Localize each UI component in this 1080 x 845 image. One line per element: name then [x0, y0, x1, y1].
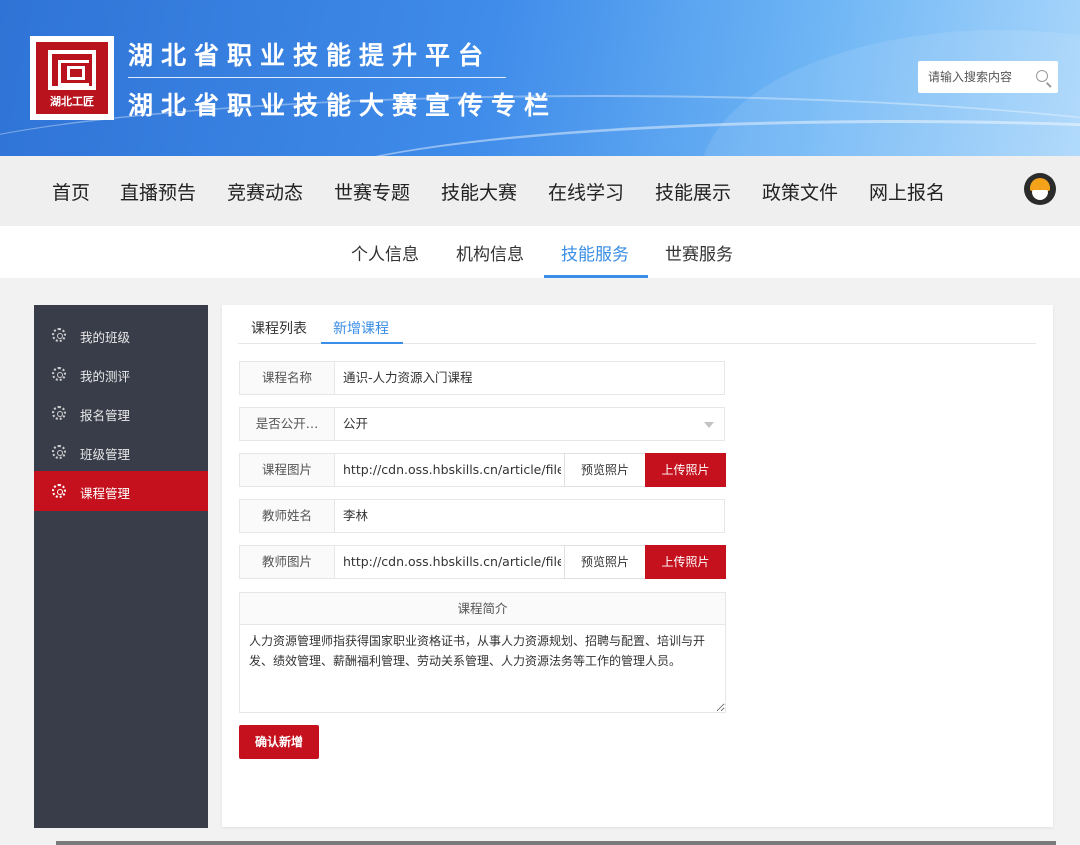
sub-nav: 个人信息 机构信息 技能服务 世赛服务	[0, 226, 1080, 278]
confirm-add-button[interactable]: 确认新增	[239, 725, 319, 759]
sidebar-item-label: 我的测评	[80, 369, 131, 384]
active-tab-indicator	[544, 275, 648, 278]
course-image-row: 课程图片 预览照片 上传照片	[239, 453, 726, 487]
logo-glyph-icon	[48, 50, 96, 90]
gear-icon	[52, 406, 66, 420]
search-icon[interactable]	[1036, 70, 1048, 82]
chevron-down-icon[interactable]	[704, 422, 714, 428]
avatar-face-icon	[1032, 190, 1048, 200]
tab-worldskills-service[interactable]: 世赛服务	[665, 240, 733, 265]
nav-item-learning[interactable]: 在线学习	[548, 178, 624, 205]
nav-item-register[interactable]: 网上报名	[869, 178, 945, 205]
nav-item-home[interactable]: 首页	[52, 178, 90, 205]
nav-item-news[interactable]: 竞赛动态	[227, 178, 303, 205]
search-box	[918, 61, 1058, 93]
logo-mark-icon: 湖北工匠	[36, 42, 108, 114]
sidebar-item-label: 报名管理	[80, 408, 131, 423]
preview-teacher-image-button[interactable]: 预览照片	[564, 545, 646, 579]
sidebar-item-label: 班级管理	[80, 447, 131, 462]
tab-org-info[interactable]: 机构信息	[456, 240, 524, 265]
upload-course-image-button[interactable]: 上传照片	[645, 453, 726, 487]
nav-item-live[interactable]: 直播预告	[120, 178, 196, 205]
preview-course-image-button[interactable]: 预览照片	[564, 453, 646, 487]
logo-text: 湖北工匠	[50, 95, 94, 108]
nav-item-policy[interactable]: 政策文件	[762, 178, 838, 205]
tab-personal-info[interactable]: 个人信息	[351, 240, 419, 265]
course-image-label: 课程图片	[240, 454, 335, 486]
gear-icon	[52, 328, 66, 342]
gear-icon	[52, 484, 66, 498]
site-subtitle: 湖北省职业技能大赛宣传专栏	[128, 91, 558, 120]
nav-item-showcase[interactable]: 技能展示	[655, 178, 731, 205]
public-label: 是否公开…	[240, 408, 335, 440]
teacher-image-input[interactable]	[343, 546, 561, 578]
tab-course-list[interactable]: 课程列表	[251, 318, 307, 338]
search-input[interactable]	[918, 61, 1028, 93]
main-nav: 首页 直播预告 竞赛动态 世赛专题 技能大赛 在线学习 技能展示 政策文件 网上…	[0, 156, 1080, 226]
sidebar-item-class-management[interactable]: 班级管理	[34, 432, 208, 472]
course-form-panel: 课程列表 新增课程 课程名称 是否公开… 公开 课程图片 预览照片 上传照片 教…	[222, 305, 1053, 827]
teacher-image-row: 教师图片 预览照片 上传照片	[239, 545, 726, 579]
gear-icon	[52, 367, 66, 381]
course-intro-label: 课程简介	[239, 592, 726, 625]
nav-item-contest[interactable]: 技能大赛	[441, 178, 517, 205]
course-intro-textarea[interactable]: 人力资源管理师指获得国家职业资格证书，从事人力资源规划、招聘与配置、培训与开发、…	[239, 625, 726, 713]
active-tab-indicator	[321, 342, 403, 344]
upload-teacher-image-button[interactable]: 上传照片	[645, 545, 726, 579]
teacher-name-input[interactable]	[343, 500, 718, 532]
course-name-label: 课程名称	[240, 362, 335, 394]
sidebar: 我的班级 我的测评 报名管理 班级管理 课程管理	[34, 305, 208, 828]
sidebar-item-my-class[interactable]: 我的班级	[34, 315, 208, 355]
sidebar-item-registration[interactable]: 报名管理	[34, 393, 208, 433]
sidebar-item-label: 课程管理	[80, 486, 131, 501]
gear-icon	[52, 445, 66, 459]
title-divider	[128, 77, 506, 78]
public-row: 是否公开… 公开	[239, 407, 725, 441]
site-title: 湖北省职业技能提升平台	[128, 41, 492, 70]
sidebar-item-course-management[interactable]: 课程管理	[34, 471, 208, 511]
sidebar-item-my-assessment[interactable]: 我的测评	[34, 354, 208, 394]
site-logo[interactable]: 湖北工匠	[30, 36, 114, 120]
course-image-input[interactable]	[343, 454, 561, 486]
course-name-input[interactable]	[343, 362, 718, 394]
tab-add-course[interactable]: 新增课程	[333, 318, 389, 338]
tab-skill-service[interactable]: 技能服务	[561, 240, 629, 265]
teacher-name-row: 教师姓名	[239, 499, 725, 533]
nav-item-worldskills[interactable]: 世赛专题	[334, 178, 410, 205]
user-avatar[interactable]	[1024, 173, 1056, 205]
public-select[interactable]: 公开	[343, 408, 368, 440]
teacher-image-label: 教师图片	[240, 546, 335, 578]
course-name-row: 课程名称	[239, 361, 725, 395]
teacher-name-label: 教师姓名	[240, 500, 335, 532]
page-bottom-border	[56, 841, 1056, 845]
sidebar-item-label: 我的班级	[80, 330, 131, 345]
